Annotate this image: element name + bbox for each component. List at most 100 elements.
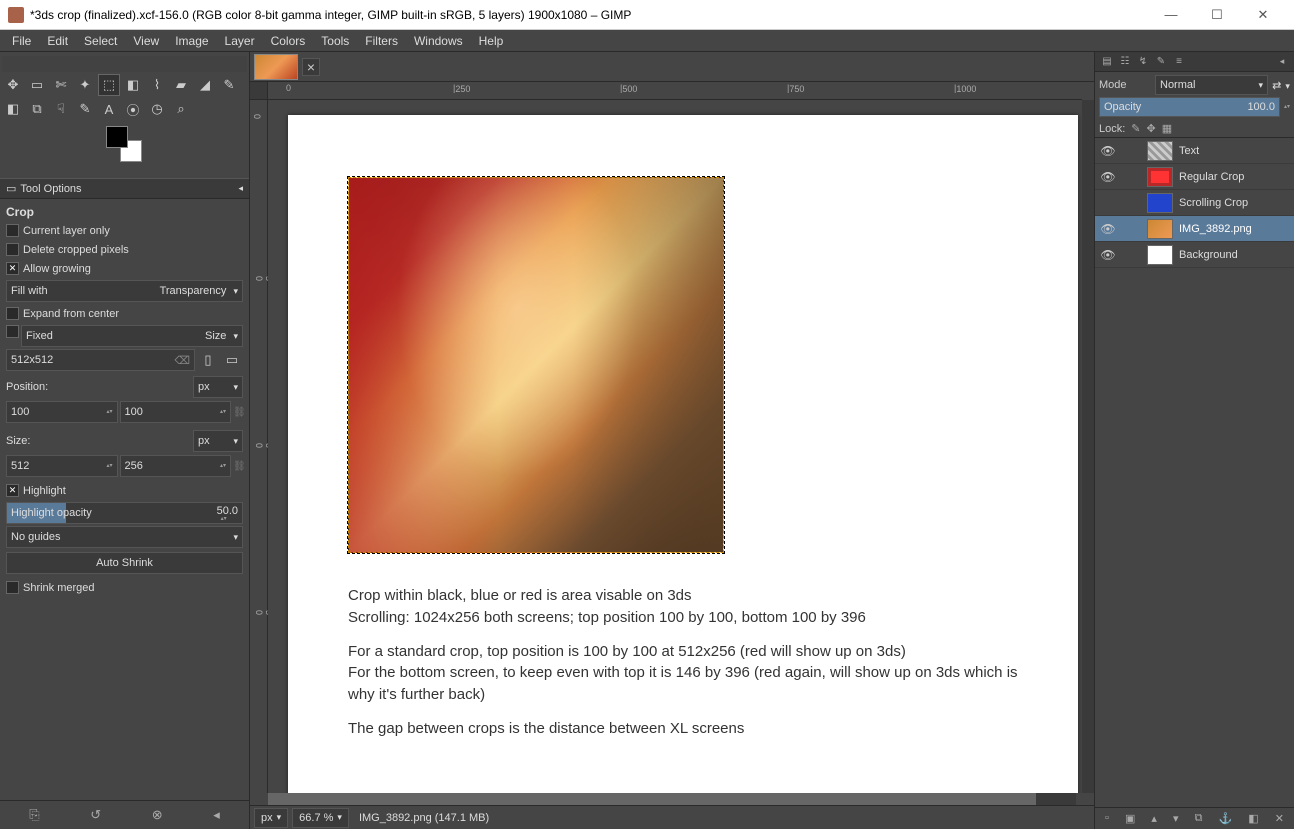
auto-shrink-button[interactable]: Auto Shrink (6, 552, 243, 574)
layer-item[interactable]: 👁 IMG_3892.png (1095, 216, 1294, 242)
position-chain-icon[interactable]: ⛓ (233, 407, 243, 418)
fixed-combo[interactable]: Fixed Size ▾ (21, 325, 243, 347)
ruler-horizontal[interactable]: 0 |250 |500 |750 |1000 (268, 82, 1082, 100)
layer-item[interactable]: 👁 Text (1095, 138, 1294, 164)
check-delete-cropped[interactable] (6, 243, 19, 256)
lock-position-icon[interactable]: ✥ (1147, 122, 1156, 135)
check-current-layer[interactable] (6, 224, 19, 237)
scrollbar-vertical[interactable] (1082, 100, 1094, 793)
delete-options-icon[interactable]: ⊗ (152, 807, 163, 823)
ruler-vertical[interactable]: 0 2 5 0 5 0 0 7 5 0 (250, 100, 268, 793)
dock-tab-brush[interactable]: ≡ (1171, 55, 1187, 69)
menu-colors[interactable]: Colors (263, 32, 314, 50)
delete-layer-icon[interactable]: ✕ (1275, 812, 1284, 825)
fill-with-combo[interactable]: Fill with Transparency ▾ (6, 280, 243, 302)
check-fixed[interactable] (6, 325, 19, 338)
size-h[interactable]: 256▴▾ (120, 455, 232, 477)
close-tab-button[interactable]: × (302, 58, 320, 76)
save-options-icon[interactable]: ⎘ (29, 807, 39, 823)
image-tab[interactable] (254, 54, 298, 80)
tool-crop[interactable]: ⬚ (98, 74, 120, 96)
reset-options-icon[interactable]: ◂ (213, 807, 220, 823)
visibility-toggle[interactable]: 👁 (1099, 248, 1117, 262)
tool-eraser[interactable]: ◧ (2, 98, 24, 120)
close-button[interactable]: ✕ (1240, 0, 1286, 29)
guides-combo[interactable]: No guides▾ (6, 526, 243, 548)
tool-text[interactable]: A (98, 98, 120, 120)
menu-windows[interactable]: Windows (406, 32, 471, 50)
minimize-button[interactable]: — (1148, 0, 1194, 29)
tool-move[interactable]: ✥ (2, 74, 24, 96)
maximize-button[interactable]: ☐ (1194, 0, 1240, 29)
menu-layer[interactable]: Layer (217, 32, 263, 50)
dock-tab-paths[interactable]: ↯ (1135, 55, 1151, 69)
layer-item[interactable]: 👁 Regular Crop (1095, 164, 1294, 190)
size-chain-icon[interactable]: ⛓ (233, 461, 243, 472)
menu-edit[interactable]: Edit (39, 32, 76, 50)
menu-tools[interactable]: Tools (313, 32, 357, 50)
tool-gradient[interactable]: ◢ (194, 74, 216, 96)
menu-help[interactable]: Help (471, 32, 512, 50)
dock-menu-icon[interactable]: ◂ (1274, 55, 1290, 69)
foreground-color[interactable] (106, 126, 128, 148)
tool-smudge[interactable]: ☟ (50, 98, 72, 120)
scrollbar-horizontal[interactable] (268, 793, 1076, 805)
position-unit[interactable]: px▾ (193, 376, 243, 398)
check-highlight[interactable] (6, 484, 19, 497)
tool-path[interactable]: ✎ (74, 98, 96, 120)
tool-transform[interactable]: ◧ (122, 74, 144, 96)
menu-select[interactable]: Select (76, 32, 125, 50)
duplicate-layer-icon[interactable]: ⧉ (1195, 812, 1203, 825)
fixed-size-input[interactable]: 512x512⌫ (6, 349, 195, 371)
crop-selection[interactable] (348, 177, 724, 553)
layer-item[interactable]: 👁 Background (1095, 242, 1294, 268)
mode-switch-icon[interactable]: ⇄▾ (1272, 79, 1290, 92)
tool-color-picker[interactable]: ⦿ (122, 98, 144, 120)
lower-layer-icon[interactable]: ▾ (1173, 812, 1179, 825)
blend-mode-combo[interactable]: Normal▾ (1155, 75, 1268, 95)
status-zoom[interactable]: 66.7 %▾ (292, 808, 349, 828)
size-unit[interactable]: px▾ (193, 430, 243, 452)
new-layer-icon[interactable]: ▫ (1105, 812, 1109, 825)
check-shrink-merged[interactable] (6, 581, 19, 594)
tool-warp[interactable]: ⌇ (146, 74, 168, 96)
new-group-icon[interactable]: ▣ (1125, 812, 1135, 825)
orient-portrait[interactable]: ▯ (197, 349, 219, 371)
tool-fuzzy-select[interactable]: ✦ (74, 74, 96, 96)
dock-tab-layers[interactable]: ▤ (1099, 55, 1115, 69)
menu-image[interactable]: Image (167, 32, 216, 50)
layer-item[interactable]: 👁 Scrolling Crop (1095, 190, 1294, 216)
raise-layer-icon[interactable]: ▴ (1151, 812, 1157, 825)
tool-bucket[interactable]: ▰ (170, 74, 192, 96)
position-x[interactable]: 100▴▾ (6, 401, 118, 423)
visibility-toggle[interactable]: 👁 (1099, 222, 1117, 236)
visibility-toggle[interactable]: 👁 (1099, 170, 1117, 184)
tool-free-select[interactable]: ✄ (50, 74, 72, 96)
lock-alpha-icon[interactable]: ▦ (1162, 122, 1172, 135)
merge-layer-icon[interactable]: ⚓ (1218, 812, 1232, 825)
tool-clone[interactable]: ⧉ (26, 98, 48, 120)
tool-measure[interactable]: ◷ (146, 98, 168, 120)
check-allow-growing[interactable] (6, 262, 19, 275)
size-w[interactable]: 512▴▾ (6, 455, 118, 477)
position-y[interactable]: 100▴▾ (120, 401, 232, 423)
dock-tab-undo[interactable]: ✎ (1153, 55, 1169, 69)
menu-view[interactable]: View (125, 32, 167, 50)
ruler-corner[interactable] (250, 82, 268, 100)
tool-rect-select[interactable]: ▭ (26, 74, 48, 96)
dock-tab-channels[interactable]: ☷ (1117, 55, 1133, 69)
opacity-slider[interactable]: Opacity 100.0 (1099, 97, 1280, 117)
check-expand-center[interactable] (6, 307, 19, 320)
highlight-opacity-slider[interactable]: Highlight opacity 50.0▴▾ (6, 502, 243, 524)
canvas[interactable]: Crop within black, blue or red is area v… (268, 100, 1082, 793)
mask-layer-icon[interactable]: ◧ (1248, 812, 1258, 825)
restore-options-icon[interactable]: ↺ (90, 807, 101, 823)
lock-pixels-icon[interactable]: ✎ (1131, 122, 1140, 135)
status-unit[interactable]: px ▾ (254, 808, 288, 828)
tool-brush[interactable]: ✎ (218, 74, 240, 96)
menu-file[interactable]: File (4, 32, 39, 50)
visibility-toggle[interactable]: 👁 (1099, 144, 1117, 158)
menu-filters[interactable]: Filters (357, 32, 406, 50)
tool-zoom[interactable]: ⌕ (170, 98, 192, 120)
orient-landscape[interactable]: ▭ (221, 349, 243, 371)
